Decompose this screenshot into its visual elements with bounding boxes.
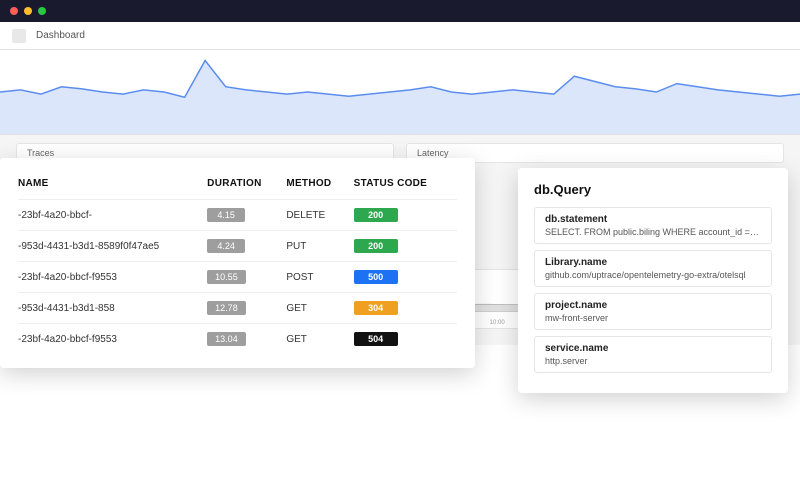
main-chart[interactable] bbox=[0, 50, 800, 135]
detail-label: db.statement bbox=[545, 214, 761, 225]
col-duration[interactable]: DURATION bbox=[207, 172, 286, 200]
table-row[interactable]: -953d-4431-b3d1-85812.78GET304 bbox=[18, 293, 457, 324]
close-icon[interactable] bbox=[10, 7, 18, 15]
table-row[interactable]: -953d-4431-b3d1-8589f0f47ae54.24PUT200 bbox=[18, 231, 457, 262]
trace-duration: 10.55 bbox=[207, 262, 286, 293]
trace-method: POST bbox=[286, 262, 353, 293]
maximize-icon[interactable] bbox=[38, 7, 46, 15]
trace-name: -23bf-4a20-bbcf-f9553 bbox=[18, 324, 207, 355]
main-chart-svg bbox=[0, 50, 800, 134]
menu-icon[interactable] bbox=[12, 29, 26, 43]
trace-name: -23bf-4a20-bbcf-f9553 bbox=[18, 262, 207, 293]
trace-method: GET bbox=[286, 324, 353, 355]
table-row[interactable]: -23bf-4a20-bbcf-f955310.55POST500 bbox=[18, 262, 457, 293]
detail-label: service.name bbox=[545, 343, 761, 354]
trace-name: -23bf-4a20-bbcf- bbox=[18, 200, 207, 231]
detail-item[interactable]: project.name mw-front-server bbox=[534, 293, 772, 330]
detail-item[interactable]: Library.name github.com/uptrace/opentelem… bbox=[534, 250, 772, 287]
trace-name: -953d-4431-b3d1-858 bbox=[18, 293, 207, 324]
col-name[interactable]: NAME bbox=[18, 172, 207, 200]
trace-method: PUT bbox=[286, 231, 353, 262]
trace-status: 200 bbox=[354, 200, 457, 231]
detail-label: Library.name bbox=[545, 257, 761, 268]
trace-duration: 4.24 bbox=[207, 231, 286, 262]
table-row[interactable]: -23bf-4a20-bbcf-f955313.04GET504 bbox=[18, 324, 457, 355]
minimize-icon[interactable] bbox=[24, 7, 32, 15]
detail-value: SELECT. FROM public.biling WHERE account… bbox=[545, 227, 761, 237]
trace-duration: 12.78 bbox=[207, 293, 286, 324]
trace-status: 200 bbox=[354, 231, 457, 262]
detail-item[interactable]: service.name http.server bbox=[534, 336, 772, 373]
detail-title: db.Query bbox=[534, 182, 772, 197]
detail-label: project.name bbox=[545, 300, 761, 311]
col-method[interactable]: METHOD bbox=[286, 172, 353, 200]
page-title: Dashboard bbox=[36, 30, 85, 41]
trace-status: 500 bbox=[354, 262, 457, 293]
traces-table: NAME DURATION METHOD STATUS CODE -23bf-4… bbox=[18, 172, 457, 354]
titlebar bbox=[0, 0, 800, 22]
trace-method: DELETE bbox=[286, 200, 353, 231]
trace-method: GET bbox=[286, 293, 353, 324]
traces-panel: NAME DURATION METHOD STATUS CODE -23bf-4… bbox=[0, 158, 475, 368]
detail-value: github.com/uptrace/opentelemetry-go-extr… bbox=[545, 270, 761, 280]
trace-duration: 13.04 bbox=[207, 324, 286, 355]
detail-item[interactable]: db.statement SELECT. FROM public.biling W… bbox=[534, 207, 772, 244]
trace-status: 304 bbox=[354, 293, 457, 324]
col-status[interactable]: STATUS CODE bbox=[354, 172, 457, 200]
trace-duration: 4.15 bbox=[207, 200, 286, 231]
trace-name: -953d-4431-b3d1-8589f0f47ae5 bbox=[18, 231, 207, 262]
detail-panel: db.Query db.statement SELECT. FROM public… bbox=[518, 168, 788, 393]
detail-value: http.server bbox=[545, 356, 761, 366]
table-row[interactable]: -23bf-4a20-bbcf-4.15DELETE200 bbox=[18, 200, 457, 231]
header-bar: Dashboard bbox=[0, 22, 800, 50]
detail-value: mw-front-server bbox=[545, 313, 761, 323]
trace-status: 504 bbox=[354, 324, 457, 355]
